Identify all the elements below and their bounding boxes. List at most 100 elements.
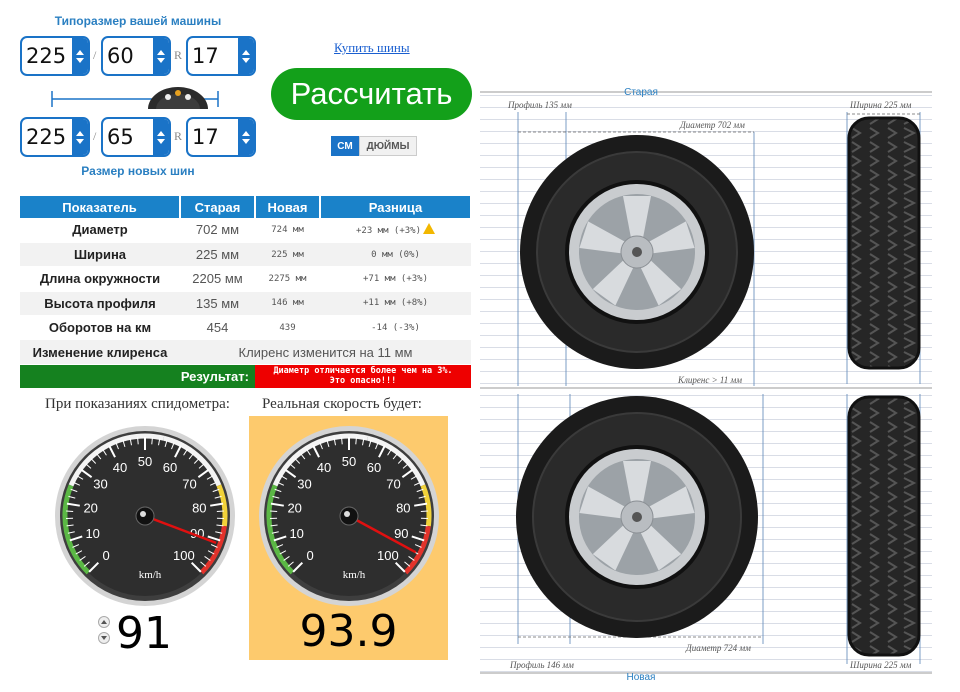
new-radius-select[interactable]: 17 — [186, 117, 256, 157]
old-size-caption: Типоразмер вашей машины — [54, 14, 222, 28]
gauge-tick-label: 100 — [377, 548, 399, 563]
gauge-tick-label: 30 — [297, 477, 311, 492]
gauge-tick-label: 80 — [192, 500, 206, 515]
table-row: Ширина 225 мм 225 мм 0 мм (0%) — [20, 242, 471, 268]
result-row: Результат: Диаметр отличается более чем … — [20, 364, 471, 389]
gauge-tick-label: 10 — [289, 526, 303, 541]
header-old: Старая — [180, 196, 256, 218]
clearance-value: Клиренс изменится на 11 мм — [180, 339, 471, 365]
old-tire-title: Старая — [624, 87, 658, 98]
old-tire-side-icon — [520, 135, 754, 369]
warning-icon — [423, 223, 436, 235]
gauge-tick-label: 10 — [85, 526, 99, 541]
gauge-tick-label: 100 — [173, 548, 195, 563]
new-profile-value: 65 — [107, 125, 134, 149]
new-width-spinner-icon[interactable] — [72, 119, 88, 155]
new-profile-select[interactable]: 65 — [101, 117, 171, 157]
gauge-tick-label: 80 — [396, 500, 410, 515]
table-header-row: Показатель Старая Новая Разница — [20, 196, 472, 218]
row-label: Ширина — [20, 242, 180, 268]
row-old-value: 702 мм — [180, 218, 255, 243]
tire-comparison: Старая Новая Профиль 135 мм Ширина 225 м… — [480, 87, 932, 683]
slash-separator: / — [93, 129, 97, 143]
gauge-tick-label: 70 — [386, 477, 400, 492]
new-width-label: Ширина 225 мм — [849, 660, 912, 670]
old-width-label: Ширина 225 мм — [849, 100, 912, 110]
row-label: Оборотов на км — [20, 315, 180, 341]
row-new-value: 225 мм — [255, 242, 320, 268]
row-difference: 0 мм (0%) — [320, 242, 471, 268]
new-width-select[interactable]: 225 — [20, 117, 90, 157]
new-radius-spinner-icon[interactable] — [238, 119, 254, 155]
gauge-tick-label: 60 — [367, 460, 381, 475]
row-label: Длина окружности — [20, 266, 180, 292]
speed-down-icon[interactable] — [98, 632, 110, 644]
speedometer-real: 010 20 30 40 50 60 70 80 90 100 km/h — [259, 426, 439, 606]
old-profile-spinner-icon[interactable] — [153, 38, 169, 74]
gauge-tick-label: 50 — [138, 454, 152, 469]
row-new-value: 724 мм — [255, 218, 320, 243]
row-new-value: 146 мм — [255, 291, 320, 317]
unit-inch-button[interactable]: ДЮЙМЫ — [359, 136, 417, 156]
gauge-tick-label: 70 — [182, 477, 196, 492]
new-radius-value: 17 — [192, 125, 219, 149]
real-speed-label: Реальная скорость будет: — [262, 396, 422, 412]
speedometer-indicated: 010203040 50 60708090100km/h — [55, 426, 235, 606]
row-difference: +71 мм (+3%) — [320, 266, 471, 292]
radius-letter: R — [174, 48, 183, 62]
old-width-select[interactable]: 225 — [20, 36, 90, 76]
calculate-button[interactable]: Рассчитать — [271, 68, 472, 120]
clearance-label: Клиренс > 11 мм — [677, 375, 742, 385]
speed-up-icon[interactable] — [98, 616, 110, 628]
new-diameter-label: Диаметр 724 мм — [685, 643, 751, 653]
header-parameter: Показатель — [20, 196, 181, 218]
speed-stepper[interactable] — [98, 616, 110, 648]
gauge-tick-label: 50 — [342, 454, 356, 469]
real-speed-value: 93.9 — [299, 606, 398, 657]
new-size-caption: Размер новых шин — [81, 164, 195, 178]
row-difference: +23 мм (+3%) — [320, 218, 471, 243]
old-profile-value: 60 — [107, 44, 134, 68]
row-new-value: 2275 мм — [255, 266, 320, 292]
new-tire-side-icon — [516, 396, 758, 638]
clearance-label: Изменение клиренса — [20, 339, 180, 365]
gauge-tick-label: 20 — [287, 500, 301, 515]
header-difference: Разница — [320, 196, 472, 218]
old-diameter-label: Диаметр 702 мм — [679, 120, 745, 130]
old-width-value: 225 — [26, 44, 67, 68]
result-message-line1: Диаметр отличается более чем на 3%. — [273, 366, 453, 377]
row-old-value: 135 мм — [180, 291, 255, 317]
old-radius-spinner-icon[interactable] — [238, 38, 254, 74]
new-tire-tread-icon — [847, 395, 921, 657]
table-row: Высота профиля 135 мм 146 мм +11 мм (+8%… — [20, 291, 471, 317]
gauge-tick-label: 40 — [113, 460, 127, 475]
header-new: Новая — [255, 196, 321, 218]
gauge-unit-label: km/h — [139, 569, 162, 581]
gauge-tick-label: 30 — [93, 477, 107, 492]
buy-tires-link[interactable]: Купить шины — [334, 40, 410, 56]
gauge-tick-label: 0 — [306, 548, 313, 563]
old-width-spinner-icon[interactable] — [72, 38, 88, 74]
old-radius-select[interactable]: 17 — [186, 36, 256, 76]
clearance-row: Изменение клиренса Клиренс изменится на … — [20, 339, 471, 365]
gauge-tick-label: 20 — [83, 500, 97, 515]
old-profile-select[interactable]: 60 — [101, 36, 171, 76]
result-message: Диаметр отличается более чем на 3%. Это … — [255, 364, 471, 389]
unit-toggle: СМ ДЮЙМЫ — [331, 136, 417, 156]
old-profile-label: Профиль 135 мм — [507, 100, 572, 110]
table-row: Длина окружности 2205 мм 2275 мм +71 мм … — [20, 266, 471, 292]
slash-separator: / — [93, 48, 97, 62]
row-difference: -14 (-3%) — [320, 315, 471, 341]
new-profile-spinner-icon[interactable] — [153, 119, 169, 155]
gauge-tick-label: 60 — [163, 460, 177, 475]
comparison-table: Показатель Старая Новая Разница Диаметр … — [20, 196, 472, 389]
row-difference-text: +23 мм (+3%) — [355, 226, 422, 237]
old-radius-value: 17 — [192, 44, 219, 68]
new-tire-title: Новая — [627, 672, 656, 683]
row-label: Высота профиля — [20, 291, 180, 317]
table-row: Диаметр 702 мм 724 мм +23 мм (+3%) — [20, 218, 471, 243]
radius-letter: R — [174, 129, 183, 143]
row-difference: +11 мм (+8%) — [320, 291, 471, 317]
unit-cm-button[interactable]: СМ — [331, 136, 359, 156]
tire-sidewall-icon — [51, 87, 219, 109]
